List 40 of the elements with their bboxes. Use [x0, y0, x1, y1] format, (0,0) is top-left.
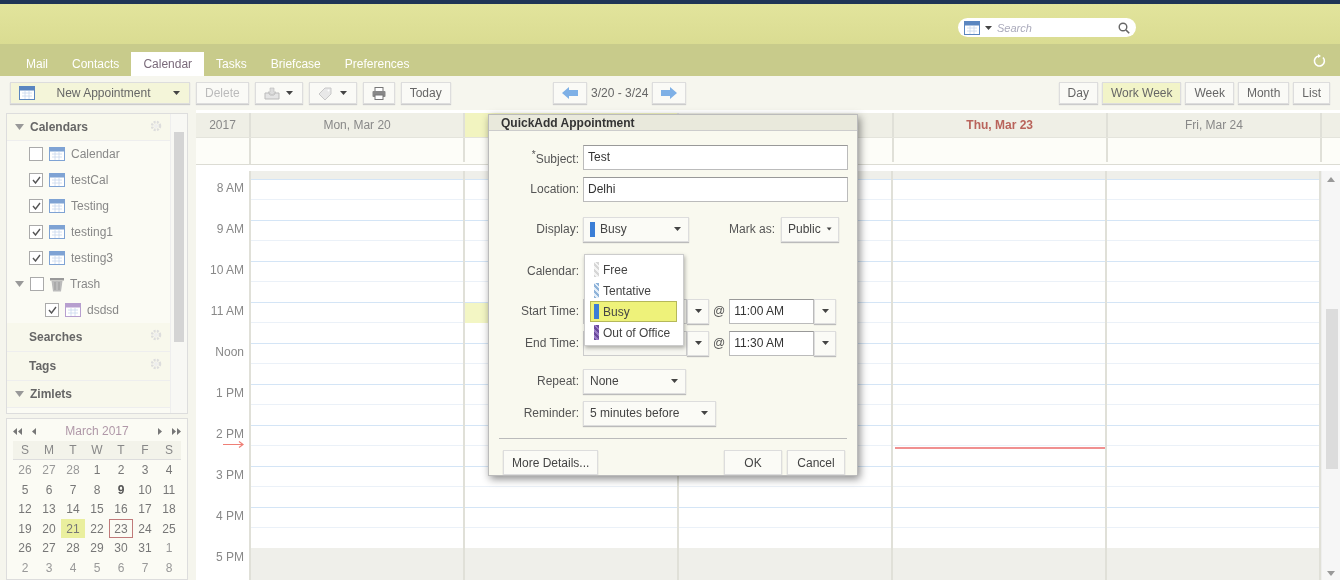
time-label: 4 PM	[216, 509, 244, 523]
field-label: Mark as:	[729, 222, 776, 237]
at-sign: @	[713, 304, 726, 319]
field-label: Display:	[535, 222, 580, 237]
month-title: March 2017	[64, 424, 130, 438]
time-label: 9 AM	[216, 222, 244, 236]
time-label: Noon	[215, 345, 244, 359]
section-title: Calendars	[30, 120, 89, 134]
date-range: 3/20 - 3/24	[589, 86, 650, 100]
time-label: 5 PM	[216, 550, 244, 564]
weekday-label: T	[116, 442, 126, 459]
field-label: Reminder:	[522, 406, 580, 421]
field-label: $^{*}$Subject:	[530, 148, 580, 166]
time-label: 2 PM	[216, 427, 244, 441]
field-label: Location:	[529, 182, 580, 197]
at-sign: @	[713, 336, 726, 351]
field-label: Repeat:	[535, 374, 580, 389]
section-title: Tags	[29, 359, 57, 373]
menu-item-label: Out of Office	[603, 325, 671, 340]
year-label: 2017	[208, 117, 237, 134]
section-title: Zimlets	[30, 387, 72, 401]
field-label: Start Time:	[520, 304, 580, 319]
menu-item-label: Busy	[603, 304, 630, 319]
time-label: 1 PM	[216, 386, 244, 400]
time-label: 3 PM	[216, 468, 244, 482]
dialog-title: QuickAdd Appointment	[489, 115, 857, 132]
time-label: 11 AM	[210, 304, 244, 318]
menu-item-label: Free	[603, 262, 628, 277]
field-label: Calendar:	[525, 264, 580, 279]
time-label: 10 AM	[209, 263, 244, 277]
weekday-label: S	[20, 442, 30, 459]
weekday-label: F	[140, 442, 150, 459]
time-label: 8 AM	[216, 181, 244, 195]
weekday-label: M	[43, 442, 55, 459]
weekday-label: W	[90, 442, 104, 459]
section-title: Searches	[29, 330, 83, 344]
field-label: End Time:	[523, 336, 580, 351]
weekday-label: S	[164, 442, 174, 459]
menu-item-label: Tentative	[603, 283, 652, 298]
weekday-label: T	[68, 442, 78, 459]
